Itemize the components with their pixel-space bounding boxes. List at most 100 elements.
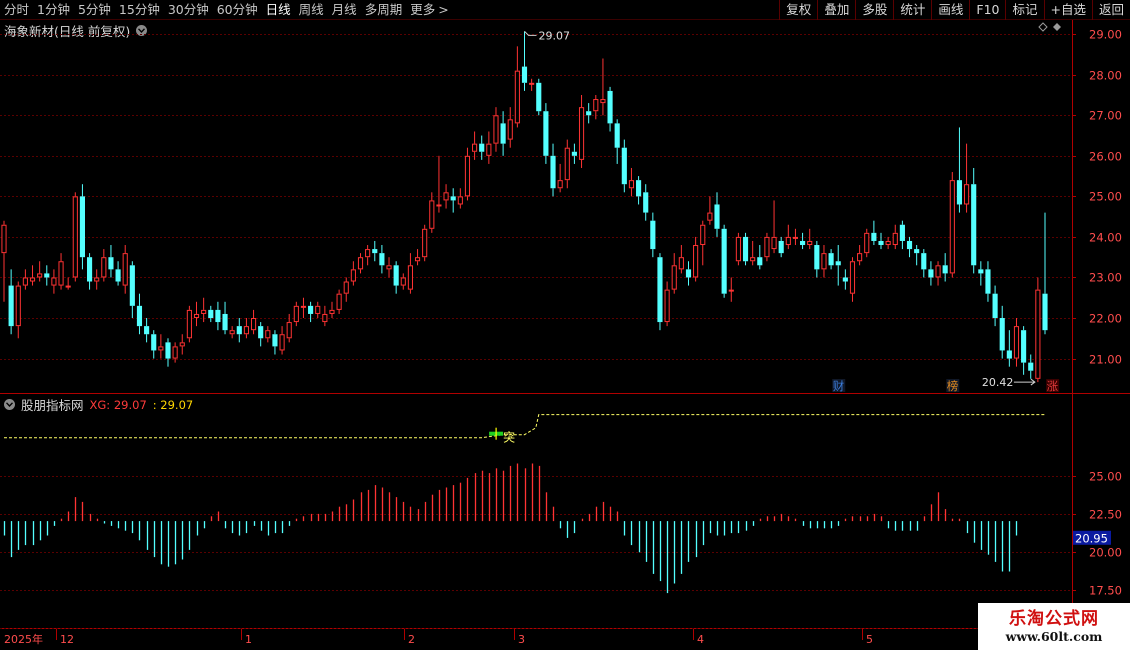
date-label: 3 [518, 633, 525, 646]
candle [735, 232, 741, 266]
period-tab-0[interactable]: 分时 [0, 0, 33, 20]
date-label: 2025年 [4, 632, 43, 646]
price-tick-label: 28.00 [1089, 69, 1122, 83]
candle [1006, 330, 1012, 367]
candle [721, 224, 727, 298]
indicator-tick-label: 22.50 [1089, 508, 1122, 522]
date-label: 2 [408, 633, 415, 646]
toolbar-button-1[interactable]: 叠加 [817, 0, 855, 20]
candle [992, 285, 998, 327]
period-tab-3[interactable]: 15分钟 [115, 0, 164, 20]
candle [1028, 354, 1034, 379]
candle [842, 269, 848, 290]
toolbar-button-4[interactable]: 画线 [931, 0, 969, 20]
candle [899, 220, 905, 250]
candle [222, 301, 228, 335]
candle [864, 228, 870, 258]
price-tick-label: 26.00 [1089, 150, 1122, 164]
candle [308, 301, 314, 323]
candle [372, 240, 378, 262]
event-marker-0[interactable]: 财 [832, 379, 846, 393]
candle [621, 139, 627, 193]
candle [350, 261, 356, 286]
candle [807, 228, 813, 250]
candle [693, 236, 699, 282]
period-tab-7[interactable]: 周线 [295, 0, 328, 20]
period-tab-5[interactable]: 60分钟 [213, 0, 262, 20]
chart-annotations: 29.07 20.42 财 榜 涨 [524, 29, 1060, 393]
candle [136, 293, 143, 335]
candle [885, 236, 891, 250]
breakout-signal: 突 [489, 427, 515, 445]
toolbar-button-8[interactable]: 返回 [1091, 0, 1130, 20]
candle [357, 253, 364, 274]
price-axis: 29.00 28.00 27.00 26.00 25.00 24.00 23.00 22.00… [1072, 28, 1122, 367]
candle [707, 196, 713, 225]
candle [472, 131, 478, 160]
period-tabs: 分时 1分钟 5分钟 15分钟 30分钟 60分钟 日线 周线 月线 多周期 更多 > [0, 0, 453, 20]
diamond-icon[interactable] [1038, 22, 1048, 32]
toolbar-button-0[interactable]: 复权 [779, 0, 817, 20]
price-tick-label: 27.00 [1089, 109, 1122, 123]
candle [122, 245, 128, 294]
candle [365, 245, 371, 266]
period-tab-6[interactable]: 日线 [262, 0, 295, 20]
period-tab-4[interactable]: 30分钟 [164, 0, 213, 20]
candle [464, 147, 471, 201]
candle [165, 338, 171, 367]
candle [243, 318, 249, 339]
date-label: 12 [60, 633, 74, 646]
candle [928, 261, 934, 286]
date-label: 4 [697, 633, 704, 646]
candle [436, 155, 442, 213]
svg-text:财: 财 [833, 379, 845, 393]
candle [443, 184, 449, 209]
toolbar-button-6[interactable]: 标记 [1005, 0, 1043, 20]
candle [44, 265, 50, 286]
period-tab-1[interactable]: 1分钟 [33, 0, 74, 20]
candle [964, 143, 970, 213]
candle [800, 232, 806, 250]
candle [700, 220, 706, 266]
period-tab-9[interactable]: 多周期 [361, 0, 407, 20]
candle [258, 322, 264, 347]
candle [293, 301, 299, 327]
expand-icon[interactable] [1053, 23, 1061, 31]
candle [507, 107, 513, 148]
candle [108, 245, 114, 278]
toolbar-button-2[interactable]: 多股 [855, 0, 893, 20]
candle [571, 143, 577, 164]
candle [343, 277, 349, 302]
candle [1035, 277, 1041, 383]
period-tab-10[interactable]: 更多 > [406, 0, 453, 20]
period-tab-2[interactable]: 5分钟 [74, 0, 115, 20]
event-marker-1[interactable]: 榜 [946, 379, 960, 393]
candle [379, 245, 385, 274]
candle [536, 78, 542, 116]
candle [778, 236, 784, 258]
candle [857, 245, 863, 266]
candle [500, 111, 506, 156]
candle [457, 188, 463, 209]
candle [892, 224, 898, 250]
chart-area[interactable]: 突 29.00 28.00 27.00 26.00 25.00 24.00 23.00 22.… [0, 20, 1130, 650]
candle [956, 127, 963, 213]
candle [51, 269, 57, 294]
price-tick-label: 25.00 [1089, 190, 1122, 204]
candle [407, 253, 413, 294]
date-label: 1 [245, 633, 252, 646]
candle [578, 94, 585, 168]
price-tick-label: 23.00 [1089, 271, 1122, 285]
toolbar-button-7[interactable]: +自选 [1043, 0, 1092, 20]
candle [414, 249, 421, 266]
toolbar-button-3[interactable]: 统计 [893, 0, 931, 20]
candle [86, 253, 93, 290]
event-marker-2[interactable]: 涨 [1046, 379, 1060, 393]
candle [600, 58, 606, 116]
toolbar-button-5[interactable]: F10 [969, 0, 1005, 20]
candle [300, 297, 307, 319]
period-tab-8[interactable]: 月线 [328, 0, 361, 20]
candle [643, 184, 649, 221]
period-toolbar: 分时 1分钟 5分钟 15分钟 30分钟 60分钟 日线 周线 月线 多周期 更多 > 复权 叠加 多股统… [0, 0, 1130, 20]
candle [193, 301, 200, 327]
